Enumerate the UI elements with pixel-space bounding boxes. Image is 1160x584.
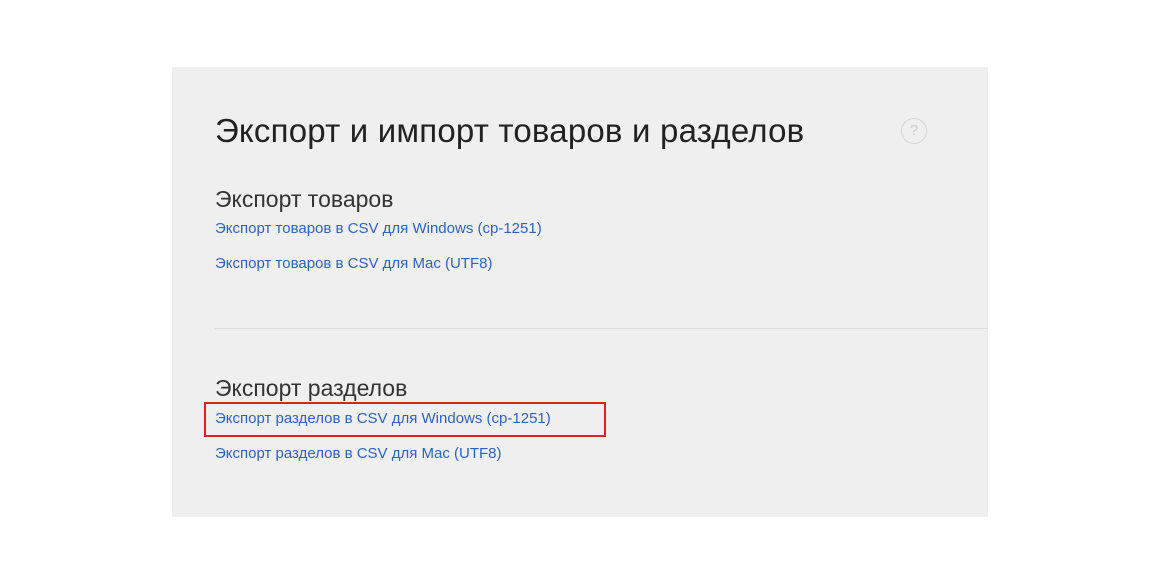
export-categories-csv-mac-link[interactable]: Экспорт разделов в CSV для Mac (UTF8) — [215, 444, 502, 464]
section-title-export-categories: Экспорт разделов — [215, 375, 408, 401]
export-products-csv-mac-link[interactable]: Экспорт товаров в CSV для Mac (UTF8) — [215, 254, 492, 274]
page-title: Экспорт и импорт товаров и разделов — [215, 112, 805, 149]
section-divider — [215, 328, 988, 329]
export-import-panel: Экспорт и импорт товаров и разделов ? Эк… — [172, 67, 988, 517]
export-products-csv-windows-link[interactable]: Экспорт товаров в CSV для Windows (cp-12… — [215, 219, 542, 239]
export-categories-csv-windows-link[interactable]: Экспорт разделов в CSV для Windows (cp-1… — [215, 409, 551, 429]
section-title-export-products: Экспорт товаров — [215, 186, 394, 212]
help-question-icon[interactable]: ? — [901, 118, 927, 144]
